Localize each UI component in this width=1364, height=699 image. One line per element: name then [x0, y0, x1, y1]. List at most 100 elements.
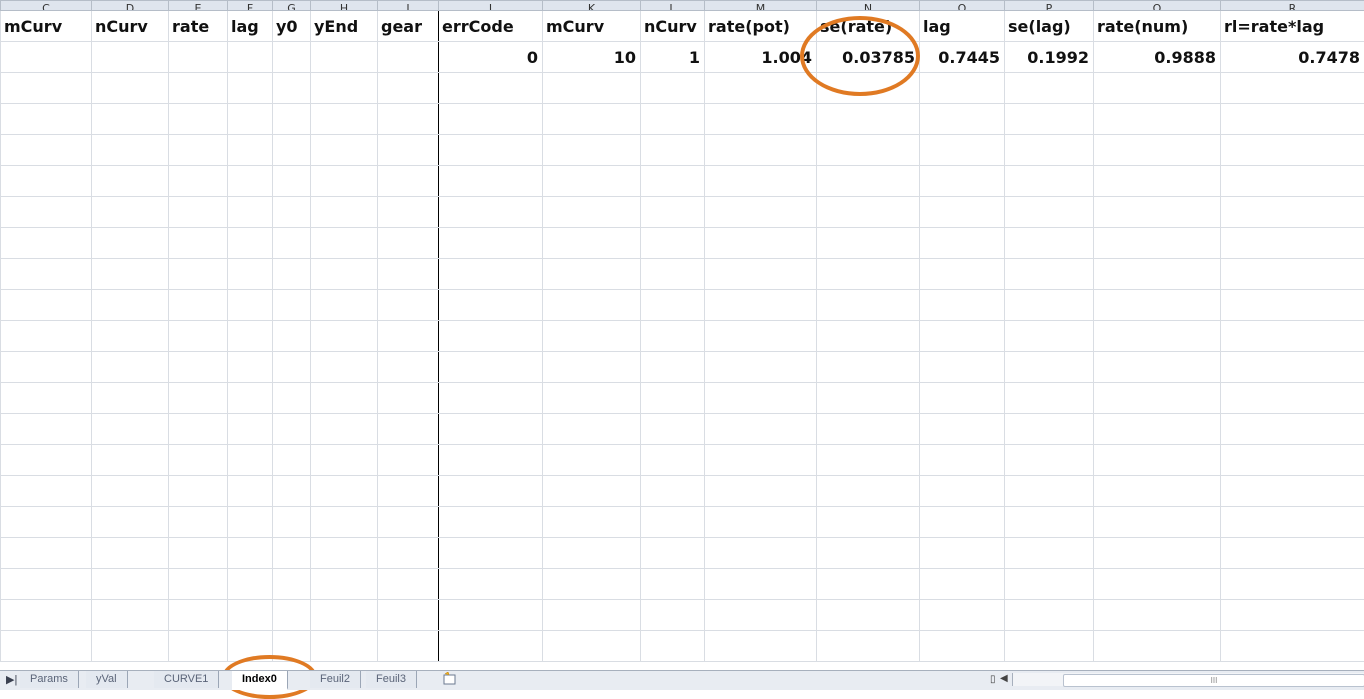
empty-cell[interactable]: [705, 600, 817, 631]
column-letter-l[interactable]: L: [641, 1, 705, 11]
empty-cell[interactable]: [1094, 414, 1221, 445]
empty-cell[interactable]: [543, 538, 641, 569]
empty-cell[interactable]: [817, 414, 920, 445]
empty-cell[interactable]: [378, 166, 439, 197]
empty-cell[interactable]: [920, 414, 1005, 445]
empty-cell[interactable]: [641, 445, 705, 476]
empty-cell[interactable]: [1094, 197, 1221, 228]
empty-cell[interactable]: [543, 383, 641, 414]
empty-cell[interactable]: [920, 538, 1005, 569]
empty-cell[interactable]: [169, 135, 228, 166]
empty-cell[interactable]: [1221, 73, 1364, 104]
empty-cell[interactable]: [817, 259, 920, 290]
empty-cell[interactable]: [228, 321, 273, 352]
empty-cell[interactable]: [641, 538, 705, 569]
empty-cell[interactable]: [311, 383, 378, 414]
empty-cell[interactable]: [169, 476, 228, 507]
column-letter-o[interactable]: O: [920, 1, 1005, 11]
empty-cell[interactable]: [378, 73, 439, 104]
empty-cell[interactable]: [169, 631, 228, 662]
empty-cell[interactable]: [1, 538, 92, 569]
empty-cell[interactable]: [169, 228, 228, 259]
empty-cell[interactable]: [817, 476, 920, 507]
empty-cell[interactable]: [378, 600, 439, 631]
empty-cell[interactable]: [169, 538, 228, 569]
empty-cell[interactable]: [273, 600, 311, 631]
empty-cell[interactable]: [705, 197, 817, 228]
empty-cell[interactable]: [543, 445, 641, 476]
empty-cell[interactable]: [705, 73, 817, 104]
empty-cell[interactable]: [1221, 104, 1364, 135]
data-cell[interactable]: 0.1992: [1005, 42, 1094, 73]
empty-cell[interactable]: [705, 259, 817, 290]
empty-cell[interactable]: [92, 290, 169, 321]
empty-cell[interactable]: [228, 290, 273, 321]
empty-cell[interactable]: [1094, 352, 1221, 383]
empty-cell[interactable]: [1, 631, 92, 662]
header-cell[interactable]: rate(num): [1094, 11, 1221, 42]
empty-cell[interactable]: [92, 228, 169, 259]
empty-cell[interactable]: [311, 104, 378, 135]
column-letter-k[interactable]: K: [543, 1, 641, 11]
empty-cell[interactable]: [1221, 228, 1364, 259]
header-cell[interactable]: se(rate): [817, 11, 920, 42]
empty-cell[interactable]: [311, 166, 378, 197]
empty-cell[interactable]: [1005, 321, 1094, 352]
empty-cell[interactable]: [1, 600, 92, 631]
empty-cell[interactable]: [1094, 166, 1221, 197]
empty-cell[interactable]: [228, 631, 273, 662]
empty-cell[interactable]: [228, 476, 273, 507]
empty-cell[interactable]: [92, 445, 169, 476]
empty-cell[interactable]: [1094, 569, 1221, 600]
empty-cell[interactable]: [1005, 259, 1094, 290]
empty-cell[interactable]: [92, 321, 169, 352]
empty-cell[interactable]: [817, 569, 920, 600]
empty-cell[interactable]: [169, 600, 228, 631]
empty-cell[interactable]: [1005, 538, 1094, 569]
empty-cell[interactable]: [92, 383, 169, 414]
empty-cell[interactable]: [439, 228, 543, 259]
empty-cell[interactable]: [439, 414, 543, 445]
empty-cell[interactable]: [311, 259, 378, 290]
empty-cell[interactable]: [543, 104, 641, 135]
empty-cell[interactable]: [92, 259, 169, 290]
empty-cell[interactable]: [273, 228, 311, 259]
empty-cell[interactable]: [311, 476, 378, 507]
empty-cell[interactable]: [817, 507, 920, 538]
empty-cell[interactable]: [543, 197, 641, 228]
empty-cell[interactable]: [228, 414, 273, 445]
empty-cell[interactable]: [920, 73, 1005, 104]
empty-cell[interactable]: [641, 507, 705, 538]
empty-cell[interactable]: [1005, 476, 1094, 507]
column-letter-r[interactable]: R: [1221, 1, 1364, 11]
header-cell[interactable]: rl=rate*lag: [1221, 11, 1364, 42]
empty-cell[interactable]: [378, 383, 439, 414]
empty-cell[interactable]: [1094, 445, 1221, 476]
empty-cell[interactable]: [92, 600, 169, 631]
empty-cell[interactable]: [92, 476, 169, 507]
empty-cell[interactable]: [641, 135, 705, 166]
empty-cell[interactable]: [378, 476, 439, 507]
empty-cell[interactable]: [228, 104, 273, 135]
data-cell[interactable]: 0.9888: [1094, 42, 1221, 73]
empty-cell[interactable]: [273, 259, 311, 290]
empty-cell[interactable]: [169, 321, 228, 352]
column-letter-n[interactable]: N: [817, 1, 920, 11]
empty-cell[interactable]: [920, 197, 1005, 228]
empty-cell[interactable]: [1005, 414, 1094, 445]
empty-cell[interactable]: [273, 569, 311, 600]
empty-cell[interactable]: [92, 538, 169, 569]
header-cell[interactable]: se(lag): [1005, 11, 1094, 42]
empty-cell[interactable]: [817, 445, 920, 476]
empty-cell[interactable]: [641, 383, 705, 414]
empty-cell[interactable]: [228, 228, 273, 259]
empty-cell[interactable]: [1221, 631, 1364, 662]
horizontal-scrollbar[interactable]: III: [1012, 673, 1364, 686]
empty-cell[interactable]: [228, 569, 273, 600]
empty-cell[interactable]: [543, 631, 641, 662]
empty-cell[interactable]: [439, 259, 543, 290]
column-letter-q[interactable]: Q: [1094, 1, 1221, 11]
empty-cell[interactable]: [1005, 383, 1094, 414]
empty-cell[interactable]: [1, 476, 92, 507]
empty-cell[interactable]: [543, 259, 641, 290]
